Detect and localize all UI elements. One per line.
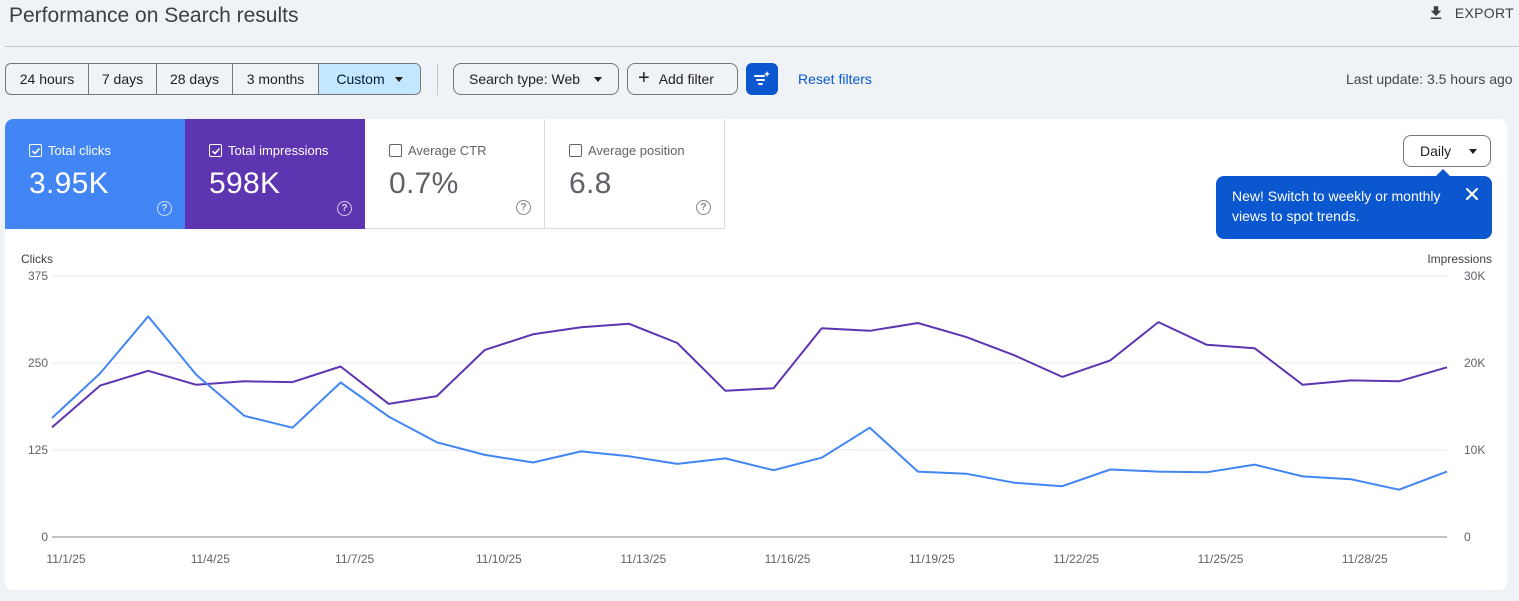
metric-average-ctr[interactable]: Average CTR 0.7% ? xyxy=(365,119,545,229)
tooltip-text: New! Switch to weekly or monthly views t… xyxy=(1232,188,1441,224)
range-3-months[interactable]: 3 months xyxy=(233,64,319,94)
date-range-selector: 24 hours 7 days 28 days 3 months Custom xyxy=(5,63,421,95)
x-axis-tick-label: 11/22/25 xyxy=(1053,552,1099,566)
help-icon[interactable]: ? xyxy=(157,201,172,216)
left-axis-tick-label: 250 xyxy=(28,356,48,370)
metric-label: Average position xyxy=(588,143,685,158)
checkbox-checked-icon[interactable] xyxy=(209,144,222,157)
x-axis-tick-label: 11/10/25 xyxy=(476,552,522,566)
search-type-dropdown[interactable]: Search type: Web xyxy=(453,63,619,95)
metric-value: 598K xyxy=(209,167,281,200)
toolbar-divider xyxy=(437,63,438,95)
filter-sparkle-icon xyxy=(754,71,770,85)
x-axis-tick-label: 11/1/25 xyxy=(46,552,85,566)
chevron-down-icon xyxy=(1469,148,1478,154)
help-icon[interactable]: ? xyxy=(696,200,711,215)
chevron-down-icon xyxy=(394,76,403,82)
add-filter-label: Add filter xyxy=(658,71,714,87)
right-axis-tick-label: 0 xyxy=(1464,530,1471,544)
range-24-hours[interactable]: 24 hours xyxy=(6,64,89,94)
filter-toolbar: 24 hours 7 days 28 days 3 months Custom … xyxy=(5,63,1519,95)
x-axis-tick-label: 11/16/25 xyxy=(765,552,811,566)
help-icon[interactable]: ? xyxy=(516,200,531,215)
range-7-days[interactable]: 7 days xyxy=(89,64,157,94)
metric-label: Total impressions xyxy=(228,143,329,158)
metric-average-position[interactable]: Average position 6.8 ? xyxy=(545,119,725,229)
metric-value: 6.8 xyxy=(569,167,612,200)
export-label: EXPORT xyxy=(1454,5,1514,21)
x-axis-tick-label: 11/13/25 xyxy=(620,552,666,566)
metric-label: Average CTR xyxy=(408,143,487,158)
add-filter-button[interactable]: + Add filter xyxy=(627,63,738,95)
plus-icon: + xyxy=(638,67,650,89)
chevron-down-icon xyxy=(594,76,603,82)
x-axis-tick-label: 11/28/25 xyxy=(1342,552,1388,566)
x-axis-tick-label: 11/19/25 xyxy=(909,552,955,566)
title-divider xyxy=(5,46,1519,47)
series-line-clicks xyxy=(51,315,1448,491)
help-icon[interactable]: ? xyxy=(337,201,352,216)
filter-settings-button[interactable] xyxy=(746,63,778,95)
reset-filters-link[interactable]: Reset filters xyxy=(798,71,872,87)
x-axis-tick-label: 11/25/25 xyxy=(1198,552,1244,566)
metric-label: Total clicks xyxy=(48,143,111,158)
export-button[interactable]: EXPORT xyxy=(1427,4,1514,22)
metric-total-clicks[interactable]: Total clicks 3.95K ? xyxy=(5,119,185,229)
performance-card: 0 0 125 10K 250 20K 375 30K Clicks Impressions 11/… xyxy=(5,119,1507,590)
left-axis-tick-label: 125 xyxy=(28,443,48,457)
last-update-text: Last update: 3.5 hours ago xyxy=(1346,71,1513,87)
x-axis-tick-label: 11/7/25 xyxy=(335,552,374,566)
checkbox-checked-icon[interactable] xyxy=(29,144,42,157)
series-line-impressions xyxy=(51,321,1448,429)
download-icon xyxy=(1430,6,1442,19)
granularity-dropdown[interactable]: Daily xyxy=(1403,135,1491,167)
checkbox-unchecked-icon[interactable] xyxy=(569,144,582,157)
search-type-label: Search type: Web xyxy=(469,71,581,87)
right-axis-tick-label: 30K xyxy=(1464,269,1485,283)
close-icon[interactable] xyxy=(1464,186,1480,202)
metric-value: 3.95K xyxy=(29,167,109,200)
metric-value: 0.7% xyxy=(389,167,459,200)
left-axis-tick-label: 375 xyxy=(28,269,48,283)
range-28-days[interactable]: 28 days xyxy=(157,64,233,94)
right-axis-tick-label: 20K xyxy=(1464,356,1485,370)
range-custom[interactable]: Custom xyxy=(319,64,420,94)
granularity-label: Daily xyxy=(1420,143,1452,159)
range-custom-label: Custom xyxy=(336,71,385,87)
x-axis-tick-label: 11/4/25 xyxy=(191,552,230,566)
left-axis-tick-label: 0 xyxy=(41,530,48,544)
feature-tooltip: New! Switch to weekly or monthly views t… xyxy=(1216,169,1492,239)
page-title: Performance on Search results xyxy=(9,4,299,27)
right-axis-tick-label: 10K xyxy=(1464,443,1485,457)
right-axis-title: Impressions xyxy=(1427,252,1492,266)
left-axis-title: Clicks xyxy=(21,252,53,266)
checkbox-unchecked-icon[interactable] xyxy=(389,144,402,157)
metric-total-impressions[interactable]: Total impressions 598K ? xyxy=(185,119,365,229)
